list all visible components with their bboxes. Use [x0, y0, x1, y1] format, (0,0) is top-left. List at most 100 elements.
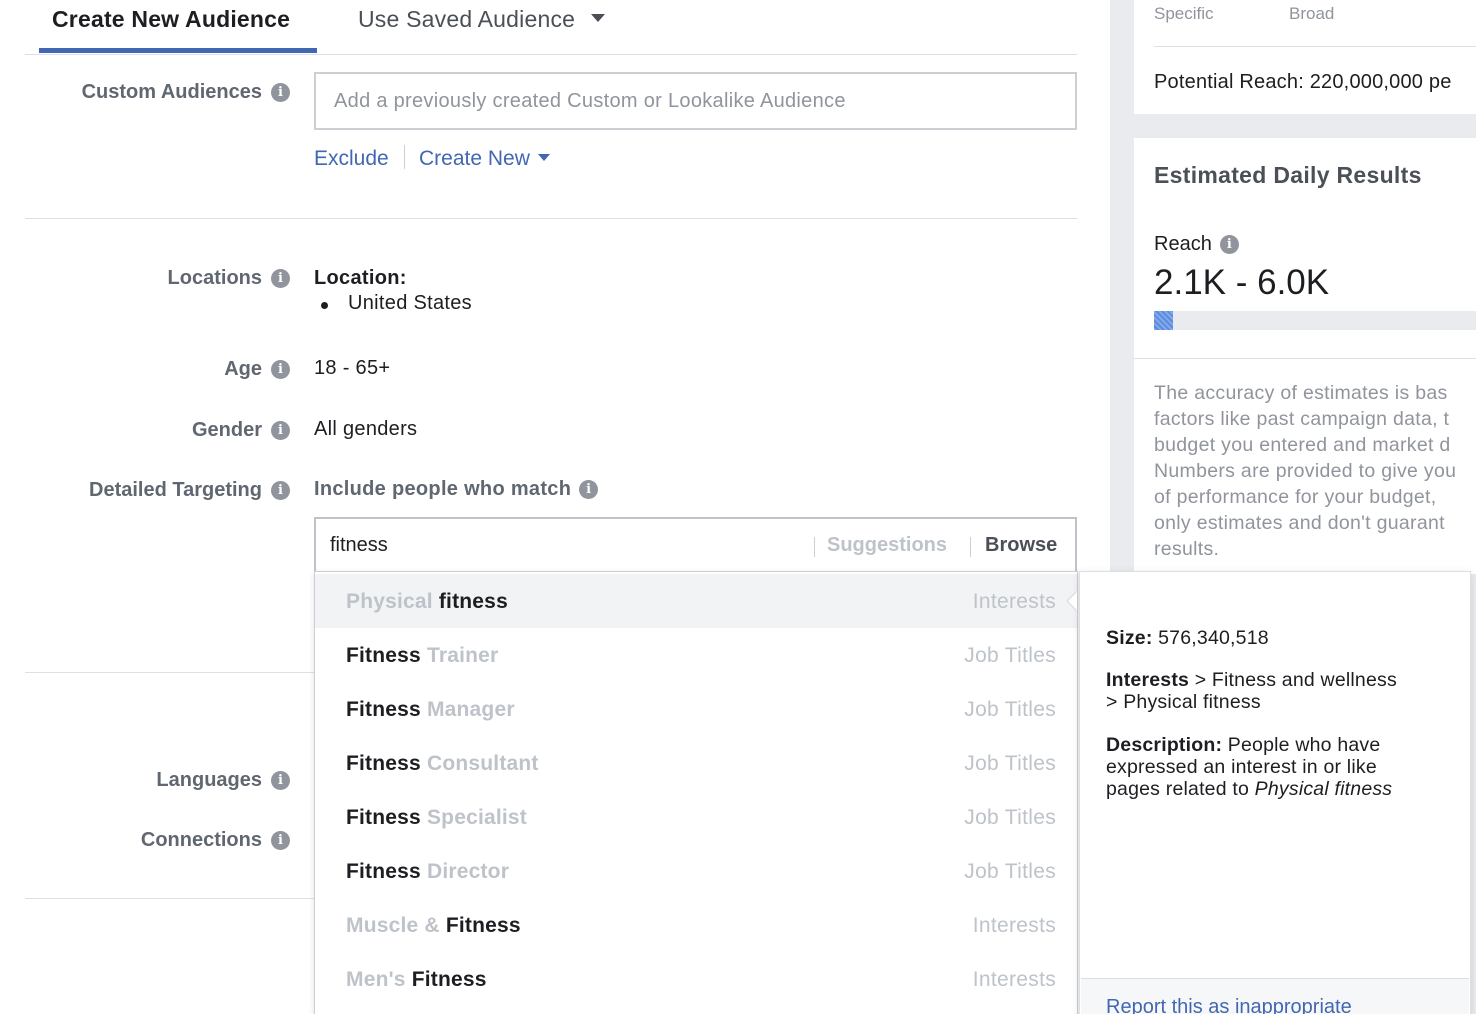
detail-interests-path: > Fitness and wellness: [1189, 669, 1397, 691]
reach-value: 2.1K - 6.0K: [1154, 263, 1330, 302]
suggestion-name-muted: Manager: [420, 698, 515, 721]
suggestion-name-muted: Specialist: [420, 806, 528, 829]
reach-label-row: Reach i: [1154, 233, 1239, 256]
suggestion-category: Interests: [972, 914, 1056, 937]
suggestion-name-muted: Trainer: [420, 644, 499, 667]
suggestion-item[interactable]: Physical fitness Interests: [315, 574, 1077, 628]
detail-interests-path: > Physical fitness: [1106, 691, 1261, 713]
potential-reach: Potential Reach: 220,000,000 pe: [1154, 71, 1452, 93]
section-divider: [25, 672, 315, 673]
custom-audience-placeholder: Add a previously created Custom or Looka…: [334, 90, 846, 112]
accuracy-line: Numbers are provided to give you: [1154, 460, 1457, 482]
include-people-label: Include people who match i: [314, 478, 599, 501]
detail-description-text: pages related to: [1106, 778, 1255, 800]
reach-info-icon[interactable]: i: [1219, 235, 1239, 254]
detail-interests-label: Interests: [1106, 669, 1190, 691]
detailed-targeting-label: Detailed Targeting i: [89, 479, 290, 502]
location-heading: Location:: [314, 267, 407, 289]
audience-broad-label: Broad: [1289, 4, 1335, 23]
accuracy-line: results.: [1154, 538, 1220, 560]
detail-size: Size: 576,340,518: [1106, 627, 1269, 649]
languages-label: Languages i: [156, 769, 290, 792]
accuracy-line: only estimates and don't guarant: [1154, 512, 1445, 534]
accuracy-line: The accuracy of estimates is bas: [1154, 382, 1448, 404]
link-separator: [404, 145, 405, 169]
tab-use-saved-audience[interactable]: Use Saved Audience: [358, 6, 606, 33]
estimated-daily-results-panel: Estimated Daily Results Reach i 2.1K - 6…: [1134, 138, 1476, 574]
exclude-link[interactable]: Exclude: [314, 147, 389, 171]
suggestion-category: Job Titles: [964, 698, 1056, 721]
detail-size-label: Size:: [1106, 627, 1153, 649]
reach-label: Reach: [1154, 233, 1212, 255]
locations-info-icon[interactable]: i: [271, 269, 290, 288]
suggestion-name-muted: Consultant: [420, 752, 539, 775]
suggestion-name: Men's Fitness: [346, 968, 487, 992]
suggestion-name: Fitness Director: [346, 860, 509, 884]
browse-tab[interactable]: Browse: [985, 534, 1057, 557]
detail-description-text: expressed an interest in or like: [1106, 756, 1377, 778]
locations-label-text: Locations: [167, 267, 262, 289]
detail-description-text: People who have: [1222, 734, 1381, 756]
detailed-targeting-info-icon[interactable]: i: [271, 481, 290, 500]
active-tab-indicator: [39, 48, 317, 53]
custom-audiences-label: Custom Audiences i: [82, 81, 290, 104]
detailed-targeting-label-text: Detailed Targeting: [89, 479, 262, 501]
accuracy-line: of performance for your budget,: [1154, 486, 1437, 508]
detail-footer: Report this as inappropriate: [1081, 978, 1469, 1014]
suggestion-category: Job Titles: [964, 860, 1056, 883]
suggestion-item[interactable]: Fitness Manager Job Titles: [315, 682, 1077, 736]
estimates-divider: [1134, 358, 1476, 359]
suggestion-name-match: Fitness: [346, 806, 421, 829]
suggestion-item[interactable]: Fitness Trainer Job Titles: [315, 628, 1077, 682]
suggestion-item[interactable]: Men's Fitness Interests: [315, 952, 1077, 1006]
suggestion-name-match: fitness: [438, 590, 508, 613]
suggestion-category: Interests: [972, 590, 1056, 613]
report-inappropriate-link[interactable]: Report this as inappropriate: [1106, 996, 1352, 1014]
connections-info-icon[interactable]: i: [271, 831, 290, 850]
suggestion-name-muted: Physical: [346, 590, 439, 613]
suggestion-name-match: Fitness: [346, 752, 421, 775]
include-people-info-icon[interactable]: i: [579, 480, 599, 499]
custom-audiences-info-icon[interactable]: i: [271, 83, 290, 102]
suggestion-item[interactable]: Fitness Specialist Job Titles: [315, 790, 1077, 844]
reach-bar-fill: [1154, 311, 1174, 330]
suggestions-dropdown: Physical fitness Interests Fitness Train…: [314, 571, 1078, 1014]
suggestion-name: Fitness Trainer: [346, 644, 498, 668]
suggestion-name: Fitness Specialist: [346, 806, 527, 830]
connections-label-text: Connections: [140, 829, 262, 851]
custom-audiences-label-text: Custom Audiences: [81, 81, 262, 103]
languages-info-icon[interactable]: i: [271, 771, 290, 790]
search-separator: [970, 537, 971, 557]
audience-definition-panel: Specific Broad Potential Reach: 220,000,…: [1134, 0, 1476, 114]
accuracy-line: factors like past campaign data, t: [1154, 408, 1450, 430]
detail-interests: Interests > Fitness and wellness > Physi…: [1106, 669, 1397, 713]
suggestion-name: Fitness Consultant: [346, 752, 539, 776]
suggestion-name-muted: Director: [420, 860, 510, 883]
gender-label: Gender i: [192, 419, 290, 442]
custom-audience-input[interactable]: Add a previously created Custom or Looka…: [314, 72, 1077, 130]
audience-divider: [1154, 46, 1476, 47]
suggestion-name-match: Fitness: [445, 914, 521, 937]
detail-description-label: Description:: [1106, 734, 1223, 756]
estimated-daily-results-title: Estimated Daily Results: [1154, 162, 1422, 188]
gender-info-icon[interactable]: i: [271, 421, 290, 440]
age-info-icon[interactable]: i: [271, 360, 290, 379]
create-new-link[interactable]: Create New: [419, 147, 550, 171]
age-label-text: Age: [224, 358, 262, 380]
reach-bar: [1154, 311, 1476, 330]
suggestion-item[interactable]: Fitness Director Job Titles: [315, 844, 1077, 898]
suggestion-name: Muscle & Fitness: [346, 914, 521, 938]
suggestions-tab[interactable]: Suggestions: [827, 534, 947, 557]
suggestion-item[interactable]: Muscle & Fitness Interests: [315, 898, 1077, 952]
chevron-down-icon: [591, 13, 606, 22]
detailed-targeting-search[interactable]: fitness Suggestions Browse: [314, 517, 1077, 573]
suggestion-item[interactable]: Fitness Consultant Job Titles: [315, 736, 1077, 790]
suggestion-category: Job Titles: [964, 644, 1056, 667]
location-item: United States: [348, 292, 472, 314]
suggestion-name-match: Fitness: [346, 644, 421, 667]
section-divider: [25, 898, 315, 899]
suggestion-name-muted: Men's: [346, 968, 412, 991]
tab-create-new-audience[interactable]: Create New Audience: [52, 6, 290, 33]
suggestion-name-muted: Muscle &: [346, 914, 446, 937]
location-bullet: [321, 302, 328, 309]
